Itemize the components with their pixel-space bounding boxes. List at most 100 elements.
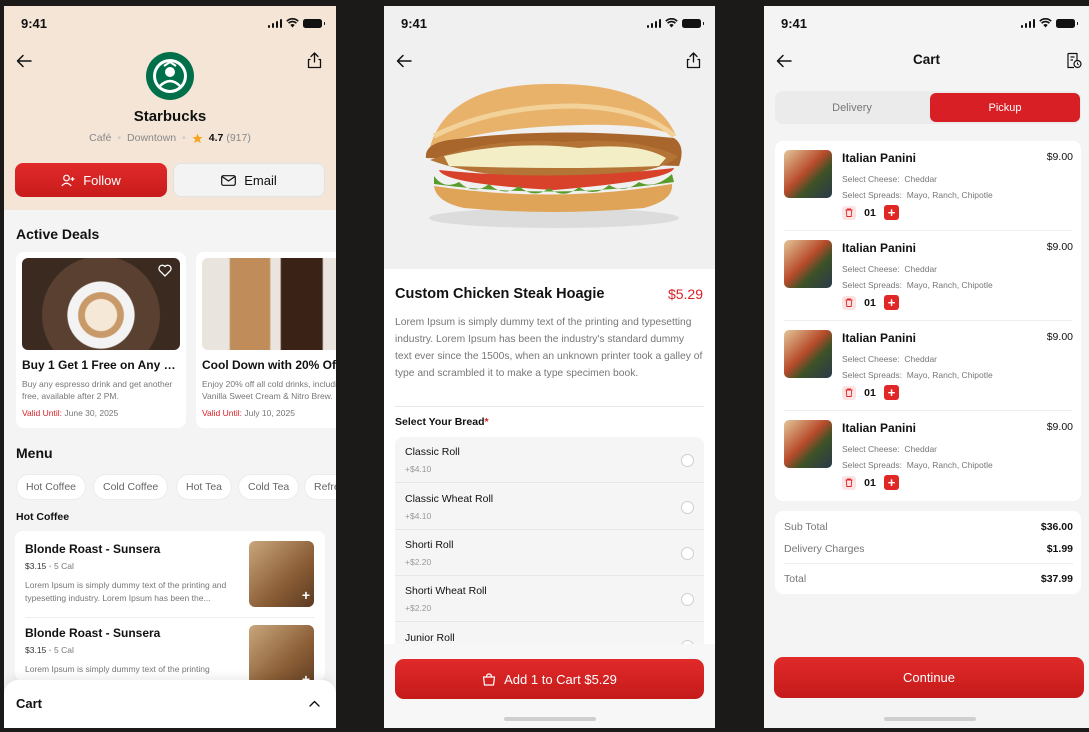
star-icon	[192, 132, 203, 143]
menu-section-heading: Hot Coffee	[16, 511, 70, 523]
store-category: Café	[89, 132, 112, 144]
signal-icon	[267, 18, 282, 28]
bread-options: Classic Roll +$4.10 Classic Wheat Roll +…	[395, 437, 704, 667]
trash-icon[interactable]	[842, 475, 856, 490]
delivery-mode-toggle: Delivery Pickup	[775, 91, 1081, 124]
cart-sheet-label: Cart	[16, 696, 43, 711]
battery-icon	[303, 18, 325, 28]
deal-title: Buy 1 Get 1 Free on Any Es…	[22, 358, 180, 372]
plus-icon[interactable]: +	[884, 385, 899, 400]
follow-button[interactable]: Follow	[15, 163, 167, 197]
menu-item-description: Lorem Ipsum is simply dummy text of the …	[25, 664, 210, 674]
deal-description: Buy any espresso drink and get another f…	[22, 379, 173, 401]
cart-item-cheese: Select Cheese: Cheddar	[842, 354, 937, 364]
cart-sheet[interactable]: Cart	[4, 680, 336, 728]
cart-item-cheese: Select Cheese: Cheddar	[842, 264, 937, 274]
menu-tab-refreshers[interactable]: Refre	[304, 474, 336, 500]
trash-icon[interactable]	[842, 385, 856, 400]
cart-item-price: $9.00	[1046, 331, 1073, 343]
cart-item-spreads: Select Spreads: Mayo, Ranch, Chipotle	[842, 190, 993, 200]
share-icon[interactable]	[686, 52, 701, 69]
bread-option[interactable]: Classic Roll +$4.10	[395, 437, 704, 483]
tab-delivery[interactable]: Delivery	[777, 93, 927, 122]
chevron-up-icon[interactable]	[309, 700, 320, 707]
plus-icon[interactable]: +	[884, 295, 899, 310]
bread-option[interactable]: Shorti Wheat Roll +$2.20	[395, 576, 704, 622]
cart-item-price: $9.00	[1046, 241, 1073, 253]
product-description: Lorem Ipsum is simply dummy text of the …	[395, 317, 703, 379]
heart-icon[interactable]	[158, 264, 172, 277]
store-location: Downtown	[127, 132, 177, 144]
plus-icon[interactable]: +	[884, 475, 899, 490]
tab-pickup[interactable]: Pickup	[930, 93, 1080, 122]
menu-item-name[interactable]: Blonde Roast - Sunsera	[25, 626, 160, 640]
trash-icon[interactable]	[842, 205, 856, 220]
quantity-value: 01	[864, 476, 876, 489]
quantity-value: 01	[864, 386, 876, 399]
deal-card[interactable]: Cool Down with 20% Off Enjoy 20% off all…	[196, 252, 336, 428]
total-row: Total $37.99	[784, 573, 1073, 585]
add-to-cart-button[interactable]: Add 1 to Cart $5.29	[395, 659, 704, 699]
email-button[interactable]: Email	[173, 163, 325, 197]
quantity-value: 01	[864, 206, 876, 219]
status-bar: 9:41	[384, 6, 715, 40]
quantity-stepper: 01 +	[842, 295, 899, 310]
home-indicator	[884, 717, 976, 721]
cart-item-name: Italian Panini	[842, 331, 917, 345]
deal-description: Enjoy 20% off all cold drinks, including…	[202, 379, 336, 401]
deal-title: Cool Down with 20% Off	[202, 358, 336, 372]
menu-tab-cold-coffee[interactable]: Cold Coffee	[93, 474, 169, 500]
menu-item-image[interactable]: +	[249, 625, 314, 681]
cart-item-price: $9.00	[1046, 421, 1073, 433]
cart-item-image	[784, 150, 832, 198]
back-arrow-icon[interactable]	[396, 54, 412, 68]
cart-item-price: $9.00	[1046, 151, 1073, 163]
trash-icon[interactable]	[842, 295, 856, 310]
deal-image-cold-drinks	[202, 258, 336, 350]
order-summary: Sub Total $36.00 Delivery Charges $1.99 …	[775, 511, 1081, 594]
cart-item-cheese: Select Cheese: Cheddar	[842, 174, 937, 184]
product-screen: 9:41 Custom Chicken Steak Hoagie $5.29 L…	[384, 6, 715, 728]
radio-button[interactable]	[681, 547, 694, 560]
deal-valid: Valid Until: June 30, 2025	[22, 408, 119, 418]
menu-list: Blonde Roast - Sunsera $3.15 • 5 Cal Lor…	[15, 531, 325, 681]
home-indicator	[504, 717, 596, 721]
radio-button[interactable]	[681, 501, 694, 514]
menu-item-meta: $3.15 • 5 Cal	[25, 645, 74, 655]
quantity-stepper: 01 +	[842, 205, 899, 220]
cart-item-name: Italian Panini	[842, 151, 917, 165]
cart-screen: 9:41 Cart Delivery Pickup Italian Panini…	[764, 6, 1089, 728]
plus-icon[interactable]: +	[302, 587, 310, 603]
continue-button[interactable]: Continue	[774, 657, 1084, 698]
menu-item-name[interactable]: Blonde Roast - Sunsera	[25, 542, 160, 556]
cart-items: Italian Panini $9.00 Select Cheese: Ched…	[775, 141, 1081, 501]
share-icon[interactable]	[307, 52, 322, 69]
menu-title: Menu	[16, 445, 53, 461]
cart-item-spreads: Select Spreads: Mayo, Ranch, Chipotle	[842, 280, 993, 290]
menu-tab-hot-coffee[interactable]: Hot Coffee	[16, 474, 87, 500]
cart-item: Italian Panini $9.00 Select Cheese: Ched…	[775, 141, 1081, 231]
radio-button[interactable]	[681, 454, 694, 467]
back-arrow-icon[interactable]	[16, 54, 32, 68]
menu-item-description: Lorem Ipsum is simply dummy text of the …	[25, 580, 227, 603]
deal-card[interactable]: Buy 1 Get 1 Free on Any Es… Buy any espr…	[16, 252, 186, 428]
menu-item-meta: $3.15 • 5 Cal	[25, 561, 74, 571]
bread-option[interactable]: Classic Wheat Roll +$4.10	[395, 484, 704, 530]
product-image-hoagie	[425, 83, 682, 228]
bread-option[interactable]: Shorti Roll +$2.20	[395, 530, 704, 576]
battery-icon	[682, 18, 704, 28]
cart-item-spreads: Select Spreads: Mayo, Ranch, Chipotle	[842, 460, 993, 470]
cart-item-name: Italian Panini	[842, 421, 917, 435]
menu-tab-hot-tea[interactable]: Hot Tea	[176, 474, 232, 500]
status-time: 9:41	[781, 15, 808, 31]
plus-icon[interactable]: +	[884, 205, 899, 220]
battery-icon	[1056, 18, 1078, 28]
store-screen: 9:41 Starbucks Café • Downtown • 4.7 (91…	[4, 6, 336, 728]
receipt-icon[interactable]	[1066, 52, 1082, 69]
status-bar: 9:41	[4, 6, 336, 40]
starbucks-logo	[146, 52, 194, 100]
radio-button[interactable]	[681, 593, 694, 606]
menu-tab-cold-tea[interactable]: Cold Tea	[238, 474, 300, 500]
store-reviews: (917)	[226, 132, 251, 144]
menu-item-image[interactable]: +	[249, 541, 314, 607]
